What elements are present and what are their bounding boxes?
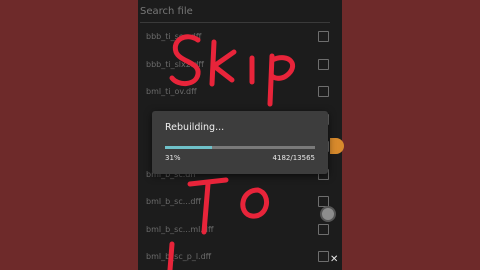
floating-button[interactable]	[320, 206, 336, 222]
file-checkbox[interactable]	[318, 223, 329, 235]
search-input[interactable]: Search file	[140, 6, 193, 17]
file-name: bml_b_sc...ml.dff	[146, 224, 214, 234]
file-checkbox[interactable]	[318, 58, 329, 70]
close-icon[interactable]: ✕	[330, 254, 338, 265]
progress-dialog: Rebuilding... 31% 4182/13565	[152, 111, 328, 174]
list-item[interactable]: bml_b_sc...dff	[138, 189, 342, 217]
file-name: bbb_ti_slx2.dff	[146, 59, 204, 69]
list-item[interactable]: bbb_ti_sc...dff	[138, 24, 342, 52]
file-name: bml_b_sc_p_l.dff	[146, 252, 212, 261]
list-item[interactable]: bbb_ti_slx2.dff	[138, 52, 342, 80]
list-item[interactable]: bml_ti_ov.dff	[138, 79, 342, 107]
progress-percent: 31%	[165, 154, 181, 162]
dialog-title: Rebuilding...	[165, 122, 225, 133]
search-bar[interactable]: Search file	[140, 4, 330, 23]
file-name: bbb_ti_sc...dff	[146, 32, 202, 41]
progress-fill	[165, 146, 212, 149]
file-name: bml_ti_ov.dff	[146, 87, 197, 96]
file-checkbox[interactable]	[318, 86, 329, 97]
list-item[interactable]: bml_b_sc_p_l.dff	[138, 244, 342, 270]
progress-bar	[165, 146, 315, 149]
progress-count: 4182/13565	[272, 154, 315, 162]
file-name: bml_b_sc...dff	[146, 197, 201, 206]
file-checkbox[interactable]	[318, 251, 329, 262]
file-checkbox[interactable]	[318, 31, 329, 42]
list-item[interactable]: bml_b_sc...ml.dff	[138, 217, 342, 245]
